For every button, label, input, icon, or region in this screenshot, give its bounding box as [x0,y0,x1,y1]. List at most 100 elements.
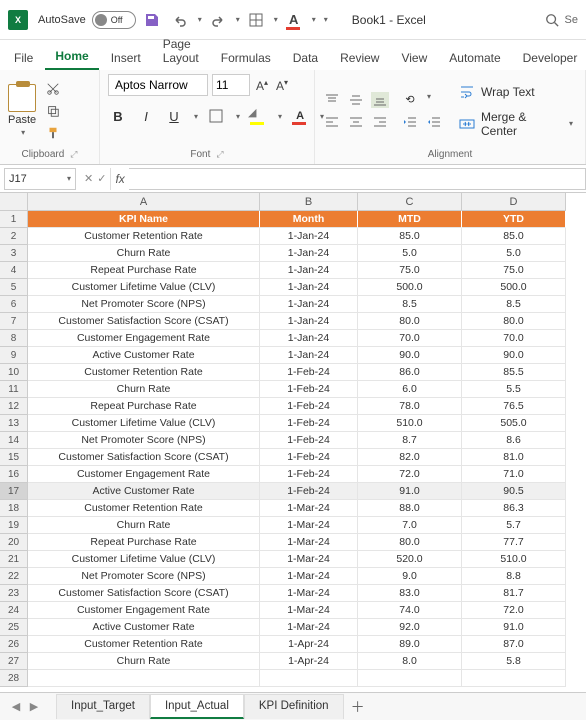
italic-button[interactable]: I [136,106,156,126]
cell[interactable]: 88.0 [358,500,462,517]
ribbon-tab-automate[interactable]: Automate [439,45,510,70]
cell[interactable]: 85.5 [462,364,566,381]
cell[interactable]: 85.0 [358,228,462,245]
row-header[interactable]: 9 [0,347,28,364]
cell[interactable]: 1-Feb-24 [260,381,358,398]
undo-icon[interactable] [168,8,192,32]
sheet-nav-next-icon[interactable]: ▶ [26,699,42,715]
column-header[interactable]: D [462,193,566,211]
select-all-corner[interactable] [0,193,28,211]
cell[interactable]: 72.0 [462,602,566,619]
row-header[interactable]: 14 [0,432,28,449]
row-header[interactable]: 21 [0,551,28,568]
cut-icon[interactable] [44,81,62,97]
cell[interactable]: 83.0 [358,585,462,602]
cell[interactable]: 1-Jan-24 [260,296,358,313]
ribbon-tab-review[interactable]: Review [330,45,389,70]
name-box[interactable]: J17▾ [4,168,76,190]
cell[interactable]: 1-Feb-24 [260,483,358,500]
sheet-tab[interactable]: KPI Definition [244,694,344,719]
orientation-icon[interactable]: ⟲ [401,92,419,108]
cell[interactable]: Active Customer Rate [28,483,260,500]
cell[interactable]: 81.7 [462,585,566,602]
cell[interactable]: 1-Jan-24 [260,313,358,330]
cell[interactable]: Repeat Purchase Rate [28,262,260,279]
cell[interactable]: 1-Mar-24 [260,551,358,568]
cell[interactable]: 1-Mar-24 [260,619,358,636]
cell[interactable] [28,670,260,687]
cell[interactable]: 1-Jan-24 [260,279,358,296]
cell[interactable]: Churn Rate [28,245,260,262]
column-header[interactable]: B [260,193,358,211]
cell[interactable]: 70.0 [358,330,462,347]
increase-indent-icon[interactable] [425,114,443,130]
cell[interactable]: 90.5 [462,483,566,500]
cell[interactable]: 520.0 [358,551,462,568]
row-header[interactable]: 16 [0,466,28,483]
cell[interactable]: MTD [358,211,462,228]
cell[interactable]: 1-Feb-24 [260,432,358,449]
font-size-select[interactable] [212,74,250,96]
increase-font-icon[interactable]: A▴ [254,78,270,93]
row-header[interactable]: 15 [0,449,28,466]
cell[interactable]: 90.0 [358,347,462,364]
cell[interactable]: 74.0 [358,602,462,619]
row-header[interactable]: 5 [0,279,28,296]
cell[interactable]: Net Promoter Score (NPS) [28,432,260,449]
cell[interactable]: Customer Lifetime Value (CLV) [28,279,260,296]
cell[interactable]: 505.0 [462,415,566,432]
cell[interactable]: 75.0 [358,262,462,279]
cell[interactable]: 85.0 [462,228,566,245]
cell[interactable]: 87.0 [462,636,566,653]
cell[interactable]: Customer Engagement Rate [28,602,260,619]
font-name-select[interactable] [108,74,208,96]
cell[interactable]: Active Customer Rate [28,619,260,636]
redo-icon[interactable] [206,8,230,32]
decrease-font-icon[interactable]: A▾ [274,78,290,93]
cell[interactable]: Net Promoter Score (NPS) [28,568,260,585]
cell[interactable]: Customer Satisfaction Score (CSAT) [28,313,260,330]
cell[interactable]: 8.7 [358,432,462,449]
cell[interactable]: 92.0 [358,619,462,636]
cell[interactable]: 1-Feb-24 [260,398,358,415]
row-header[interactable]: 3 [0,245,28,262]
cell[interactable]: 1-Apr-24 [260,653,358,670]
cell[interactable]: Month [260,211,358,228]
column-header[interactable]: A [28,193,260,211]
cell[interactable]: 1-Mar-24 [260,534,358,551]
cell[interactable]: Churn Rate [28,517,260,534]
paste-button[interactable]: Paste ▾ [8,84,36,137]
cell[interactable]: 70.0 [462,330,566,347]
cell[interactable]: Customer Engagement Rate [28,466,260,483]
row-header[interactable]: 28 [0,670,28,687]
fx-label[interactable]: fx [115,172,124,186]
row-header[interactable]: 7 [0,313,28,330]
save-icon[interactable] [140,8,164,32]
cell[interactable]: 500.0 [358,279,462,296]
cell[interactable]: 1-Feb-24 [260,415,358,432]
row-header[interactable]: 22 [0,568,28,585]
cell[interactable]: 5.5 [462,381,566,398]
cell[interactable]: Customer Lifetime Value (CLV) [28,415,260,432]
row-header[interactable]: 4 [0,262,28,279]
cell[interactable]: 72.0 [358,466,462,483]
row-header[interactable]: 26 [0,636,28,653]
cell[interactable]: 78.0 [358,398,462,415]
borders-icon[interactable] [244,8,268,32]
cell[interactable]: 5.0 [358,245,462,262]
row-header[interactable]: 13 [0,415,28,432]
row-header[interactable]: 23 [0,585,28,602]
row-header[interactable]: 6 [0,296,28,313]
ribbon-tab-page-layout[interactable]: Page Layout [153,31,209,70]
cell[interactable]: KPI Name [28,211,260,228]
align-left-icon[interactable] [323,114,341,130]
formula-input[interactable] [129,168,586,190]
spreadsheet-grid[interactable]: ABCD 12345678910111213141516171819202122… [0,193,586,687]
cell[interactable]: 80.0 [358,313,462,330]
cell[interactable]: Churn Rate [28,653,260,670]
row-header[interactable]: 19 [0,517,28,534]
cell[interactable]: 1-Mar-24 [260,500,358,517]
font-color-button[interactable]: A [290,106,310,126]
cell[interactable]: 1-Feb-24 [260,364,358,381]
cell[interactable]: 91.0 [462,619,566,636]
